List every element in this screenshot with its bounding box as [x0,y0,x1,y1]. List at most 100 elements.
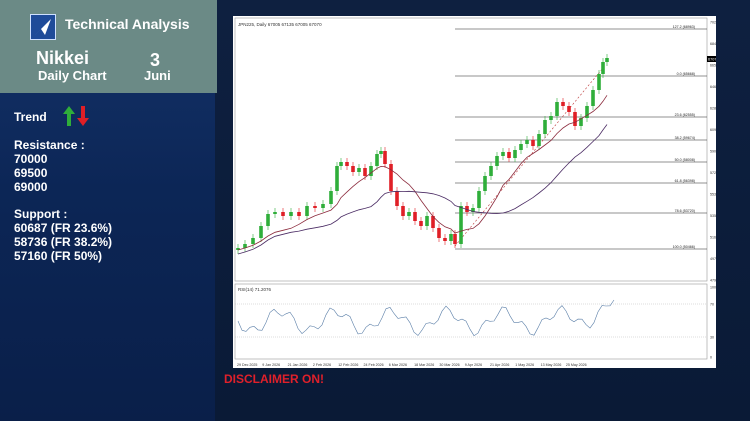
candle-body [449,234,453,241]
candle-body [443,238,447,241]
disclaimer: DISCLAIMER ON! [224,372,324,386]
candle-body [369,166,373,176]
x-tick-label: 12 Feb 2026 [338,363,358,367]
candle-body [549,116,553,120]
date-month: Juni [144,68,171,83]
candle-body [567,106,571,112]
candle-body [591,90,595,106]
x-tick-label: 24 Feb 2026 [364,363,384,367]
candle-body [395,191,399,206]
support-title: Support : [14,207,68,221]
price-pane [234,17,708,282]
fib-level-label: 100.0 (50466) [673,245,695,249]
last-price-label: 67070 [708,58,716,62]
candle-body [477,191,481,208]
rsi-pane [234,283,708,360]
candle-body [329,191,333,204]
x-tick-label: 21 Jan 2026 [288,363,308,367]
candle-body [273,212,277,214]
candle-body [401,206,405,216]
candle-body [407,212,411,216]
candle-body [519,144,523,150]
candle-body [345,162,349,166]
candle-body [266,214,270,226]
resistance-level: 69500 [14,166,48,180]
rsi-tick-label: 0 [710,356,712,360]
candle-body [289,212,293,216]
candle-body [425,216,429,226]
candle-body [597,74,601,90]
fib-level-label: 78.6 (53720) [675,209,695,213]
candle-body [313,206,317,208]
y-tick-label: 57209 [710,171,716,175]
x-tick-label: 1 May 2026 [515,363,534,367]
fib-level-label: 61.8 (56398) [675,179,695,183]
brand-logo-icon [30,14,56,40]
x-tick-label: 21 Apr 2026 [490,363,509,367]
candle-body [605,58,609,62]
resistance-level: 70000 [14,152,48,166]
chart-timeframe: Daily Chart [38,68,107,83]
rsi-label: RSI(14) 71.2076 [238,287,272,292]
candle-body [335,166,339,191]
trend-up-down-icon [63,106,89,126]
candle-body [383,151,387,164]
candle-body [305,206,309,216]
x-tick-label: 18 Mar 2026 [414,363,434,367]
y-tick-label: 55339 [710,193,716,197]
fib-level-label: 23.6 (62555) [675,113,695,117]
x-tick-label: 9 Jan 2026 [262,363,280,367]
candle-body [501,152,505,156]
candle-body [379,151,383,154]
trend-label: Trend [14,110,47,124]
candle-body [525,140,529,144]
fib-level-label: 127.2 (68963) [673,25,695,29]
x-tick-label: 6 Mar 2026 [389,363,407,367]
resistance-title: Resistance : [14,138,85,152]
candle-body [357,168,361,172]
y-tick-label: 64689 [710,85,716,89]
candle-body [297,212,301,216]
candle-body [459,206,463,244]
candle-body [555,102,559,116]
candle-body [321,204,325,208]
rsi-tick-label: 100 [710,286,716,290]
candle-body [543,120,547,134]
candle-body [281,212,285,216]
y-tick-label: 66559 [710,64,716,68]
header-title: Technical Analysis [65,16,190,32]
x-tick-label: 2 Feb 2026 [313,363,331,367]
candle-body [453,234,457,244]
candle-body [495,156,499,166]
symbol-info: JPN225, Daily 67005 67135 67005 67070 [238,22,322,27]
y-tick-label: 60949 [710,128,716,132]
fib-level-label: 50.0 (58008) [675,158,695,162]
candle-body [513,150,517,158]
candle-body [507,152,511,158]
support-level: 60687 (FR 23.6%) [14,221,113,235]
rsi-tick-label: 70 [710,303,714,307]
candle-body [251,238,255,244]
support-level: 57160 (FR 50%) [14,249,103,263]
candle-body [573,112,577,126]
candle-body [339,162,343,166]
candle-body [537,134,541,146]
support-level: 58736 (FR 38.2%) [14,235,113,249]
y-tick-label: 53524 [710,214,716,218]
candle-body [437,228,441,238]
candle-body [375,154,379,166]
rsi-tick-label: 30 [710,336,714,340]
instrument-name: Nikkei [36,48,90,68]
y-tick-label: 51654 [710,236,716,240]
candle-body [601,62,605,74]
x-tick-label: 29 Dec 2025 [237,363,257,367]
x-tick-label: 25 May 2026 [566,363,587,367]
x-tick-label: 9 Apr 2026 [465,363,482,367]
fib-level-label: 0.0 (65668) [677,72,695,76]
candle-body [419,221,423,226]
candle-body [489,166,493,176]
candle-body [413,212,417,221]
y-tick-label: 47914 [710,279,716,283]
candle-body [531,140,535,146]
x-tick-label: 30 Mar 2026 [439,363,459,367]
